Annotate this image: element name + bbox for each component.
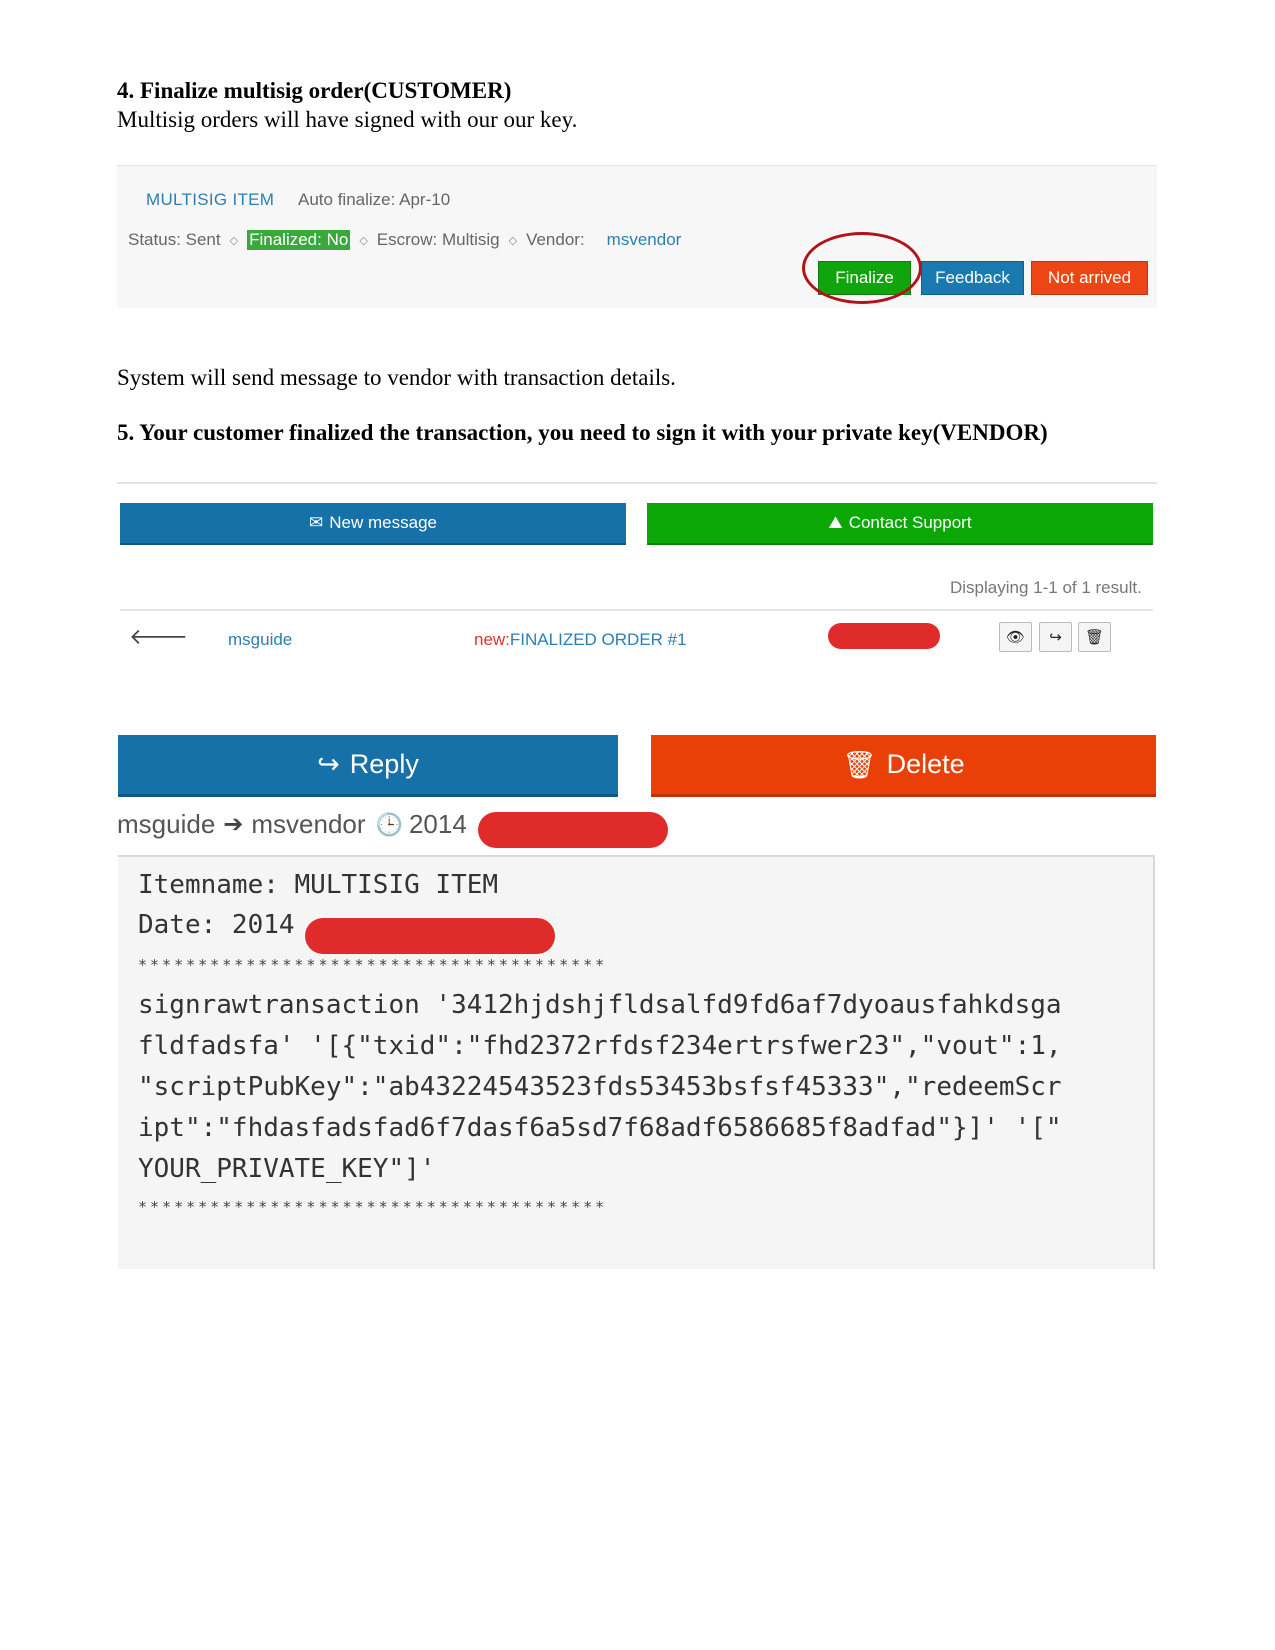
escrow-text: Escrow: Multisig (376, 230, 500, 249)
delete-label: Delete (886, 749, 965, 779)
message-meta: msguide ➔ msvendor 🕒 2014 (117, 809, 467, 840)
vendor-label: Vendor: (526, 230, 585, 249)
message-date: 2014 (408, 809, 467, 839)
reply-message-button[interactable]: ↪ (1039, 622, 1072, 652)
road-icon: ⛰ (828, 513, 843, 532)
not-arrived-button[interactable]: Not arrived (1031, 261, 1148, 295)
share-icon: ↪ (317, 749, 340, 779)
arrow-left-icon[interactable]: 🡐 (129, 624, 188, 650)
eye-icon: 👁 (1005, 628, 1026, 646)
redaction-mark (828, 623, 940, 649)
envelope-icon: ✉ (309, 513, 324, 532)
contact-support-label: Contact Support (848, 513, 972, 532)
trash-icon: 🗑 (842, 749, 877, 780)
vendor-link[interactable]: msvendor (607, 230, 682, 250)
stars-line: *************************************** (138, 1198, 608, 1216)
subject-link[interactable]: FINALIZED ORDER #1 (510, 630, 687, 649)
date-line: Date: 2014 (138, 910, 295, 940)
from-user: msguide (117, 809, 216, 839)
code-line: YOUR_PRIVATE_KEY"]' (138, 1154, 436, 1184)
order-status-row: Status: Sent ◇ Finalized: No ◇ Escrow: M… (128, 230, 681, 250)
system-text: System will send message to vendor with … (117, 365, 676, 390)
item-title-link[interactable]: MULTISIG ITEM (146, 190, 274, 210)
divider (120, 609, 1153, 611)
code-line: signrawtransaction '3412hjdshjfldsalfd9f… (138, 990, 1062, 1020)
redaction-mark (478, 812, 668, 848)
result-count: Displaying 1-1 of 1 result. (950, 578, 1142, 597)
share-icon: ↪ (1049, 628, 1062, 646)
contact-support-button[interactable]: ⛰ Contact Support (647, 503, 1153, 545)
view-message-button[interactable]: 👁 (999, 622, 1032, 652)
itemname-line: Itemname: MULTISIG ITEM (138, 870, 499, 900)
status-text: Status: Sent (128, 230, 221, 249)
new-tag: new: (474, 630, 510, 649)
new-message-label: New message (329, 513, 437, 532)
separator-icon: ◇ (508, 234, 518, 247)
stars-line: *************************************** (138, 956, 608, 974)
message-sender-link[interactable]: msguide (228, 630, 292, 650)
message-subject[interactable]: new:FINALIZED ORDER #1 (474, 630, 687, 650)
section-5-heading: 5. Your customer finalized the transacti… (117, 420, 1048, 445)
separator-icon: ◇ (359, 234, 368, 247)
separator-icon: ◇ (229, 234, 239, 247)
code-line: ipt":"fhdasfadsfad6f7dasf6a5sd7f68adf658… (138, 1113, 1062, 1143)
delete-button[interactable]: 🗑 Delete (651, 735, 1156, 797)
arrow-right-icon: ➔ (223, 811, 244, 838)
finalized-badge: Finalized: No (247, 230, 351, 250)
divider (117, 482, 1157, 484)
redaction-mark (305, 918, 555, 954)
clock-icon: 🕒 (375, 811, 403, 837)
reply-label: Reply (349, 749, 419, 779)
section-4-text: Multisig orders will have signed with ou… (117, 107, 578, 132)
to-user: msvendor (251, 809, 366, 839)
code-line: fldfadsfa' '[{"txid":"fhd2372rfdsf234ert… (138, 1031, 1062, 1061)
auto-finalize-text: Auto finalize: Apr-10 (298, 190, 451, 209)
new-message-button[interactable]: ✉ New message (120, 503, 626, 545)
feedback-button[interactable]: Feedback (921, 261, 1024, 295)
highlight-circle (802, 232, 922, 304)
code-line: "scriptPubKey":"ab43224543523fds53453bsf… (138, 1072, 1062, 1102)
delete-message-button[interactable]: 🗑 (1078, 622, 1111, 652)
trash-icon: 🗑 (1084, 628, 1105, 646)
reply-button[interactable]: ↪ Reply (118, 735, 618, 797)
section-4-heading: 4. Finalize multisig order(CUSTOMER) (117, 78, 512, 103)
